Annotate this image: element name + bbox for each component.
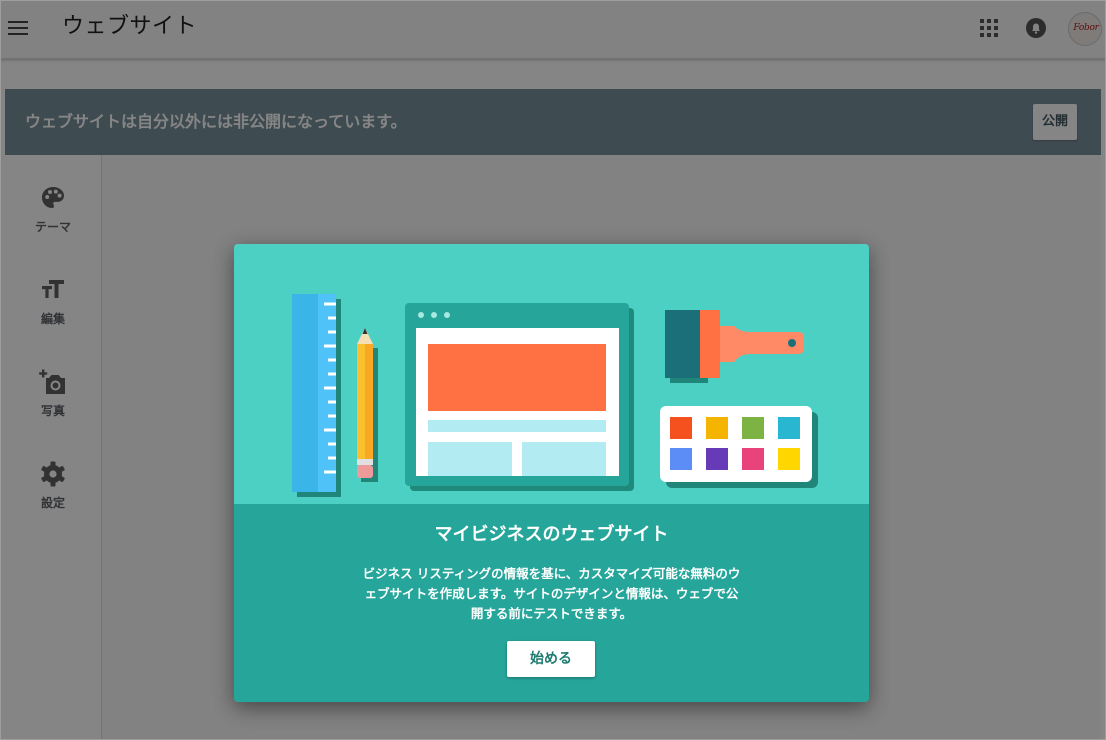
palette-swatch — [706, 417, 728, 439]
palette-swatch — [670, 417, 692, 439]
dialog-body: マイビジネスのウェブサイト ビジネス リスティングの情報を基に、カスタマイズ可能… — [234, 504, 869, 702]
palette-swatch — [778, 417, 800, 439]
start-button[interactable]: 始める — [507, 641, 595, 677]
browser-window-illustration — [405, 303, 634, 491]
palette-swatch — [670, 448, 692, 470]
dialog-description: ビジネス リスティングの情報を基に、カスタマイズ可能な無料のウ ェブサイトを作成… — [351, 564, 752, 624]
description-line: ェブサイトを作成します。サイトのデザインと情報は、ウェブで公 — [364, 586, 739, 601]
palette-swatch — [778, 448, 800, 470]
dialog-illustration — [234, 244, 869, 504]
color-palette-illustration — [660, 406, 818, 488]
pencil-illustration — [357, 328, 378, 482]
ruler-illustration — [292, 294, 341, 497]
website-design-illustration — [292, 294, 818, 497]
description-line: 開する前にテストできます。 — [470, 606, 633, 621]
description-line: ビジネス リスティングの情報を基に、カスタマイズ可能な無料のウ — [362, 566, 741, 581]
website-intro-dialog: マイビジネスのウェブサイト ビジネス リスティングの情報を基に、カスタマイズ可能… — [234, 244, 869, 702]
palette-swatch — [742, 417, 764, 439]
dialog-title: マイビジネスのウェブサイト — [434, 524, 669, 545]
paint-brush-illustration — [665, 310, 804, 383]
palette-swatch — [706, 448, 728, 470]
palette-swatch — [742, 448, 764, 470]
